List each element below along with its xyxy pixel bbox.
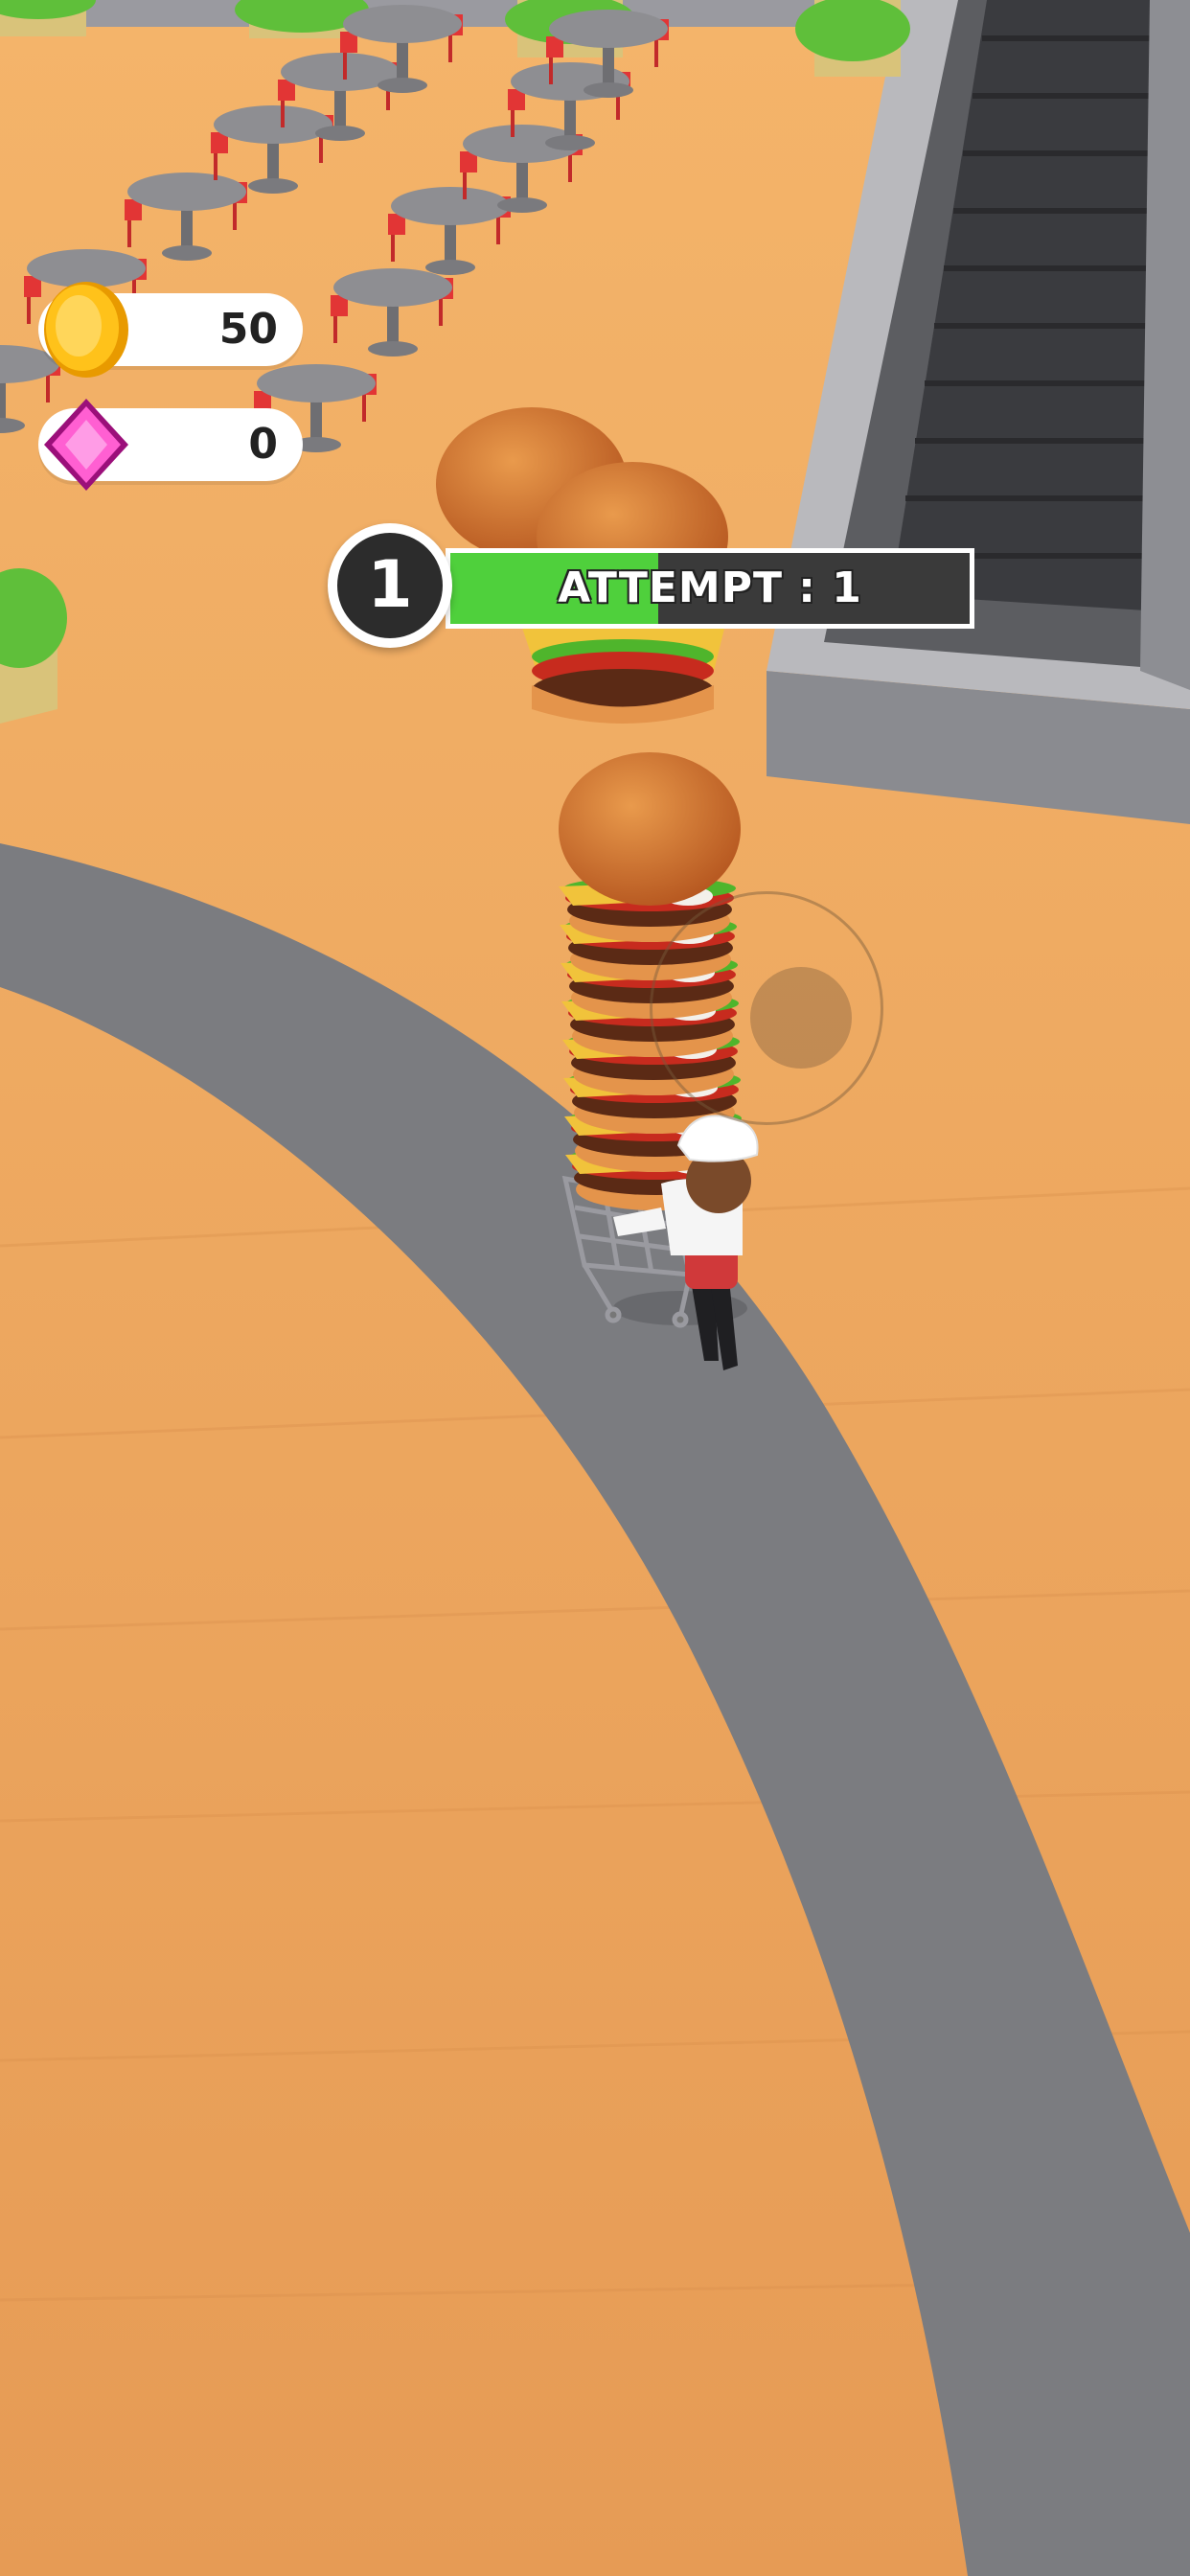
virtual-joystick[interactable] bbox=[650, 891, 883, 1125]
coin-counter: 50 bbox=[38, 282, 303, 378]
coin-count: 50 bbox=[218, 305, 278, 354]
stack-top-bun bbox=[559, 752, 741, 906]
gem-counter: 0 bbox=[38, 399, 303, 491]
attempt-label: ATTEMPT : 1 bbox=[558, 564, 862, 612]
planter bbox=[0, 568, 67, 724]
attempt-progress-bar: ATTEMPT : 1 bbox=[446, 548, 974, 629]
game-scene[interactable] bbox=[0, 0, 1190, 2576]
level-number: 1 bbox=[367, 547, 413, 623]
coin-icon bbox=[44, 282, 128, 378]
gem-icon bbox=[44, 399, 128, 491]
level-badge: 1 bbox=[328, 523, 452, 648]
gem-count: 0 bbox=[248, 420, 278, 469]
back-wall bbox=[77, 0, 862, 27]
joystick-knob[interactable] bbox=[750, 967, 852, 1069]
planter bbox=[0, 0, 96, 36]
